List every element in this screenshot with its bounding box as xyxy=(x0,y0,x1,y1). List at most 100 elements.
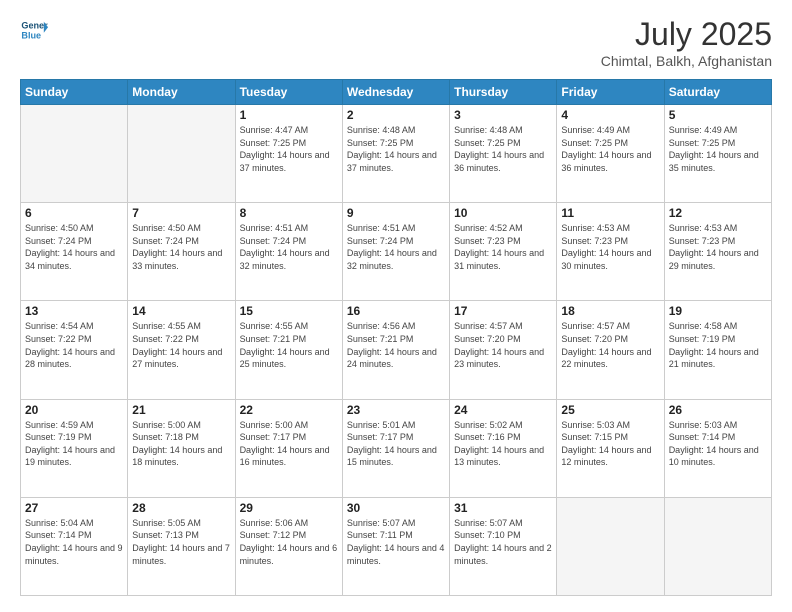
calendar-cell xyxy=(557,497,664,595)
day-number: 15 xyxy=(240,304,338,318)
weekday-wednesday: Wednesday xyxy=(342,80,449,105)
calendar-cell: 12Sunrise: 4:53 AMSunset: 7:23 PMDayligh… xyxy=(664,203,771,301)
calendar-cell: 29 Sunrise: 5:06 AMSunset: 7:12 PMDayligh… xyxy=(235,497,342,595)
day-info: Sunrise: 4:51 AMSunset: 7:24 PMDaylight:… xyxy=(347,222,445,272)
calendar-cell: 25 Sunrise: 5:03 AMSunset: 7:15 PMDayligh… xyxy=(557,399,664,497)
calendar-cell xyxy=(664,497,771,595)
day-info: Sunrise: 5:03 AMSunset: 7:14 PMDaylight:… xyxy=(669,419,767,469)
calendar-cell xyxy=(128,105,235,203)
weekday-friday: Friday xyxy=(557,80,664,105)
day-info: Sunrise: 5:00 AMSunset: 7:17 PMDaylight:… xyxy=(240,419,338,469)
weekday-thursday: Thursday xyxy=(450,80,557,105)
week-row-5: 27Sunrise: 5:04 AMSunset: 7:14 PMDayligh… xyxy=(21,497,772,595)
page: General Blue July 2025 Chimtal, Balkh, A… xyxy=(0,0,792,612)
day-number: 19 xyxy=(669,304,767,318)
header: General Blue July 2025 Chimtal, Balkh, A… xyxy=(20,16,772,69)
week-row-2: 6 Sunrise: 4:50 AMSunset: 7:24 PMDaylight… xyxy=(21,203,772,301)
day-info: Sunrise: 4:55 AMSunset: 7:22 PMDaylight:… xyxy=(132,320,230,370)
title-block: July 2025 Chimtal, Balkh, Afghanistan xyxy=(601,16,772,69)
calendar-cell: 13 Sunrise: 4:54 AMSunset: 7:22 PMDayligh… xyxy=(21,301,128,399)
week-row-1: 1Sunrise: 4:47 AMSunset: 7:25 PMDaylight… xyxy=(21,105,772,203)
svg-text:Blue: Blue xyxy=(21,30,41,40)
day-number: 12 xyxy=(669,206,767,220)
calendar-cell: 14 Sunrise: 4:55 AMSunset: 7:22 PMDayligh… xyxy=(128,301,235,399)
day-info: Sunrise: 4:50 AMSunset: 7:24 PMDaylight:… xyxy=(132,222,230,272)
day-number: 16 xyxy=(347,304,445,318)
calendar-cell: 2 Sunrise: 4:48 AMSunset: 7:25 PMDaylight… xyxy=(342,105,449,203)
day-number: 17 xyxy=(454,304,552,318)
calendar-cell: 18Sunrise: 4:57 AMSunset: 7:20 PMDayligh… xyxy=(557,301,664,399)
weekday-header-row: SundayMondayTuesdayWednesdayThursdayFrid… xyxy=(21,80,772,105)
day-info: Sunrise: 5:04 AMSunset: 7:14 PMDaylight:… xyxy=(25,517,123,567)
day-number: 4 xyxy=(561,108,659,122)
day-number: 3 xyxy=(454,108,552,122)
calendar-cell: 31 Sunrise: 5:07 AMSunset: 7:10 PMDayligh… xyxy=(450,497,557,595)
calendar-cell: 8Sunrise: 4:51 AMSunset: 7:24 PMDaylight… xyxy=(235,203,342,301)
day-info: Sunrise: 4:54 AMSunset: 7:22 PMDaylight:… xyxy=(25,320,123,370)
calendar-cell: 4 Sunrise: 4:49 AMSunset: 7:25 PMDaylight… xyxy=(557,105,664,203)
day-info: Sunrise: 4:48 AMSunset: 7:25 PMDaylight:… xyxy=(454,124,552,174)
calendar-cell: 17 Sunrise: 4:57 AMSunset: 7:20 PMDayligh… xyxy=(450,301,557,399)
calendar-cell: 9 Sunrise: 4:51 AMSunset: 7:24 PMDaylight… xyxy=(342,203,449,301)
weekday-sunday: Sunday xyxy=(21,80,128,105)
calendar-cell: 23Sunrise: 5:01 AMSunset: 7:17 PMDayligh… xyxy=(342,399,449,497)
calendar-cell: 1Sunrise: 4:47 AMSunset: 7:25 PMDaylight… xyxy=(235,105,342,203)
day-number: 24 xyxy=(454,403,552,417)
day-info: Sunrise: 5:07 AMSunset: 7:10 PMDaylight:… xyxy=(454,517,552,567)
calendar-cell xyxy=(21,105,128,203)
day-info: Sunrise: 5:07 AMSunset: 7:11 PMDaylight:… xyxy=(347,517,445,567)
day-number: 9 xyxy=(347,206,445,220)
day-number: 8 xyxy=(240,206,338,220)
day-info: Sunrise: 4:48 AMSunset: 7:25 PMDaylight:… xyxy=(347,124,445,174)
weekday-monday: Monday xyxy=(128,80,235,105)
calendar-cell: 5Sunrise: 4:49 AMSunset: 7:25 PMDaylight… xyxy=(664,105,771,203)
calendar-cell: 11 Sunrise: 4:53 AMSunset: 7:23 PMDayligh… xyxy=(557,203,664,301)
day-info: Sunrise: 4:57 AMSunset: 7:20 PMDaylight:… xyxy=(454,320,552,370)
day-info: Sunrise: 4:55 AMSunset: 7:21 PMDaylight:… xyxy=(240,320,338,370)
calendar-cell: 3 Sunrise: 4:48 AMSunset: 7:25 PMDaylight… xyxy=(450,105,557,203)
day-number: 21 xyxy=(132,403,230,417)
day-number: 14 xyxy=(132,304,230,318)
day-info: Sunrise: 4:58 AMSunset: 7:19 PMDaylight:… xyxy=(669,320,767,370)
calendar-cell: 30Sunrise: 5:07 AMSunset: 7:11 PMDayligh… xyxy=(342,497,449,595)
day-info: Sunrise: 5:05 AMSunset: 7:13 PMDaylight:… xyxy=(132,517,230,567)
day-number: 26 xyxy=(669,403,767,417)
logo: General Blue xyxy=(20,16,48,44)
week-row-3: 13 Sunrise: 4:54 AMSunset: 7:22 PMDayligh… xyxy=(21,301,772,399)
calendar-cell: 16 Sunrise: 4:56 AMSunset: 7:21 PMDayligh… xyxy=(342,301,449,399)
day-info: Sunrise: 4:52 AMSunset: 7:23 PMDaylight:… xyxy=(454,222,552,272)
weekday-saturday: Saturday xyxy=(664,80,771,105)
day-number: 29 xyxy=(240,501,338,515)
day-number: 10 xyxy=(454,206,552,220)
day-info: Sunrise: 5:02 AMSunset: 7:16 PMDaylight:… xyxy=(454,419,552,469)
day-number: 11 xyxy=(561,206,659,220)
day-number: 2 xyxy=(347,108,445,122)
day-info: Sunrise: 5:00 AMSunset: 7:18 PMDaylight:… xyxy=(132,419,230,469)
day-number: 13 xyxy=(25,304,123,318)
logo-icon: General Blue xyxy=(20,16,48,44)
calendar-cell: 21 Sunrise: 5:00 AMSunset: 7:18 PMDayligh… xyxy=(128,399,235,497)
day-number: 31 xyxy=(454,501,552,515)
calendar-cell: 6Sunrise: 4:50 AMSunset: 7:24 PMDaylight… xyxy=(21,203,128,301)
day-info: Sunrise: 5:03 AMSunset: 7:15 PMDaylight:… xyxy=(561,419,659,469)
day-info: Sunrise: 4:56 AMSunset: 7:21 PMDaylight:… xyxy=(347,320,445,370)
calendar-cell: 24 Sunrise: 5:02 AMSunset: 7:16 PMDayligh… xyxy=(450,399,557,497)
day-info: Sunrise: 4:53 AMSunset: 7:23 PMDaylight:… xyxy=(561,222,659,272)
day-info: Sunrise: 5:06 AMSunset: 7:12 PMDaylight:… xyxy=(240,517,338,567)
calendar-cell: 15 Sunrise: 4:55 AMSunset: 7:21 PMDayligh… xyxy=(235,301,342,399)
calendar-table: SundayMondayTuesdayWednesdayThursdayFrid… xyxy=(20,79,772,596)
week-row-4: 20Sunrise: 4:59 AMSunset: 7:19 PMDayligh… xyxy=(21,399,772,497)
day-number: 1 xyxy=(240,108,338,122)
calendar-cell: 10 Sunrise: 4:52 AMSunset: 7:23 PMDayligh… xyxy=(450,203,557,301)
calendar-cell: 26 Sunrise: 5:03 AMSunset: 7:14 PMDayligh… xyxy=(664,399,771,497)
day-number: 22 xyxy=(240,403,338,417)
day-info: Sunrise: 5:01 AMSunset: 7:17 PMDaylight:… xyxy=(347,419,445,469)
day-info: Sunrise: 4:59 AMSunset: 7:19 PMDaylight:… xyxy=(25,419,123,469)
day-info: Sunrise: 4:49 AMSunset: 7:25 PMDaylight:… xyxy=(561,124,659,174)
calendar-subtitle: Chimtal, Balkh, Afghanistan xyxy=(601,53,772,69)
day-number: 25 xyxy=(561,403,659,417)
day-info: Sunrise: 4:49 AMSunset: 7:25 PMDaylight:… xyxy=(669,124,767,174)
day-number: 6 xyxy=(25,206,123,220)
calendar-cell: 19 Sunrise: 4:58 AMSunset: 7:19 PMDayligh… xyxy=(664,301,771,399)
weekday-tuesday: Tuesday xyxy=(235,80,342,105)
